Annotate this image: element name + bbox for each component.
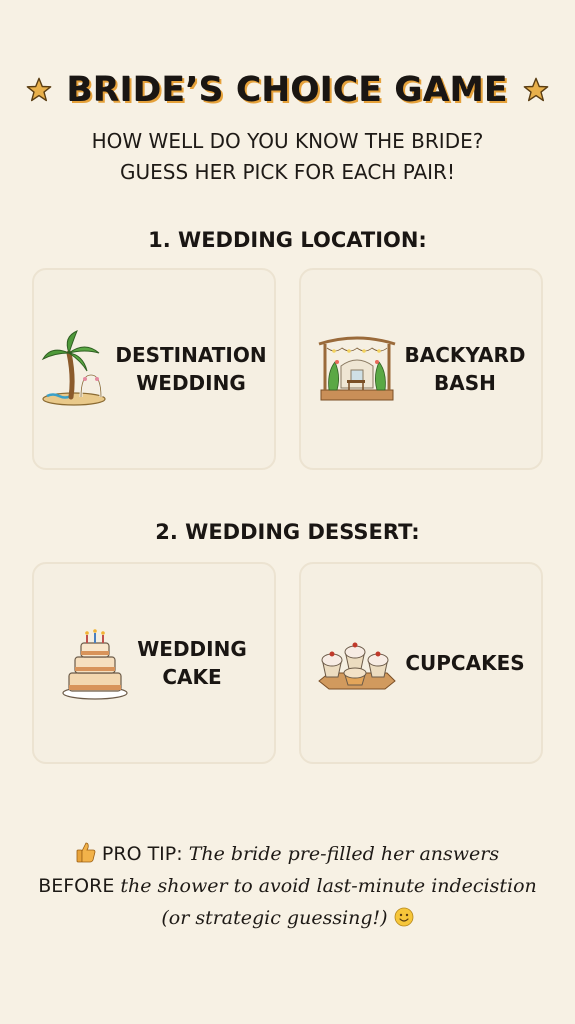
page-title: BRIDE’S CHOICE GAME: [66, 70, 509, 110]
section-title-dessert: 2. WEDDING DESSERT:: [155, 520, 420, 544]
option-cupcakes[interactable]: CUPCAKES: [299, 562, 543, 764]
option-backyard-bash[interactable]: BACKYARD BASH: [299, 268, 543, 470]
tip-text-3: (or strategic guessing!): [161, 907, 394, 929]
tip-line-3: (or strategic guessing!): [20, 902, 555, 934]
tip-lead: PRO TIP:: [101, 843, 183, 865]
tip-line-2: BEFORE the shower to avoid last-minute i…: [20, 870, 555, 902]
option-label: DESTINATION WEDDING: [115, 343, 267, 395]
cupcakes-icon: [318, 642, 397, 690]
tip-line-1: PRO TIP: The bride pre-filled her answer…: [20, 838, 555, 870]
backyard-pergola-icon: [318, 336, 395, 401]
section-title-location: 1. WEDDING LOCATION:: [148, 228, 427, 252]
option-destination-wedding[interactable]: DESTINATION WEDDING: [32, 268, 276, 470]
option-label: CUPCAKES: [405, 651, 525, 675]
subtitle: HOW WELL DO YOU KNOW THE BRIDE? GUESS HE…: [0, 126, 575, 188]
subtitle-line-1: HOW WELL DO YOU KNOW THE BRIDE?: [91, 129, 484, 153]
option-label: BACKYARD BASH: [404, 343, 526, 395]
tip-text-1: The bride pre-filled her answers: [182, 843, 500, 865]
tip-text-2: the shower to avoid last-minute indecist…: [114, 875, 537, 897]
palm-beach-icon: [42, 330, 106, 406]
subtitle-line-2: GUESS HER PICK FOR EACH PAIR!: [120, 160, 455, 184]
pro-tip: PRO TIP: The bride pre-filled her answer…: [20, 838, 555, 934]
smiley-icon: [394, 907, 414, 927]
star-icon: [523, 77, 549, 102]
option-label: WEDDING CAKE: [137, 637, 247, 689]
header: BRIDE’S CHOICE GAME: [0, 60, 575, 120]
tip-caps: BEFORE: [38, 875, 115, 897]
star-icon: [26, 77, 52, 102]
thumbs-up-icon: [76, 842, 96, 863]
option-wedding-cake[interactable]: WEDDING CAKE: [32, 562, 276, 764]
wedding-cake-icon: [62, 629, 128, 700]
